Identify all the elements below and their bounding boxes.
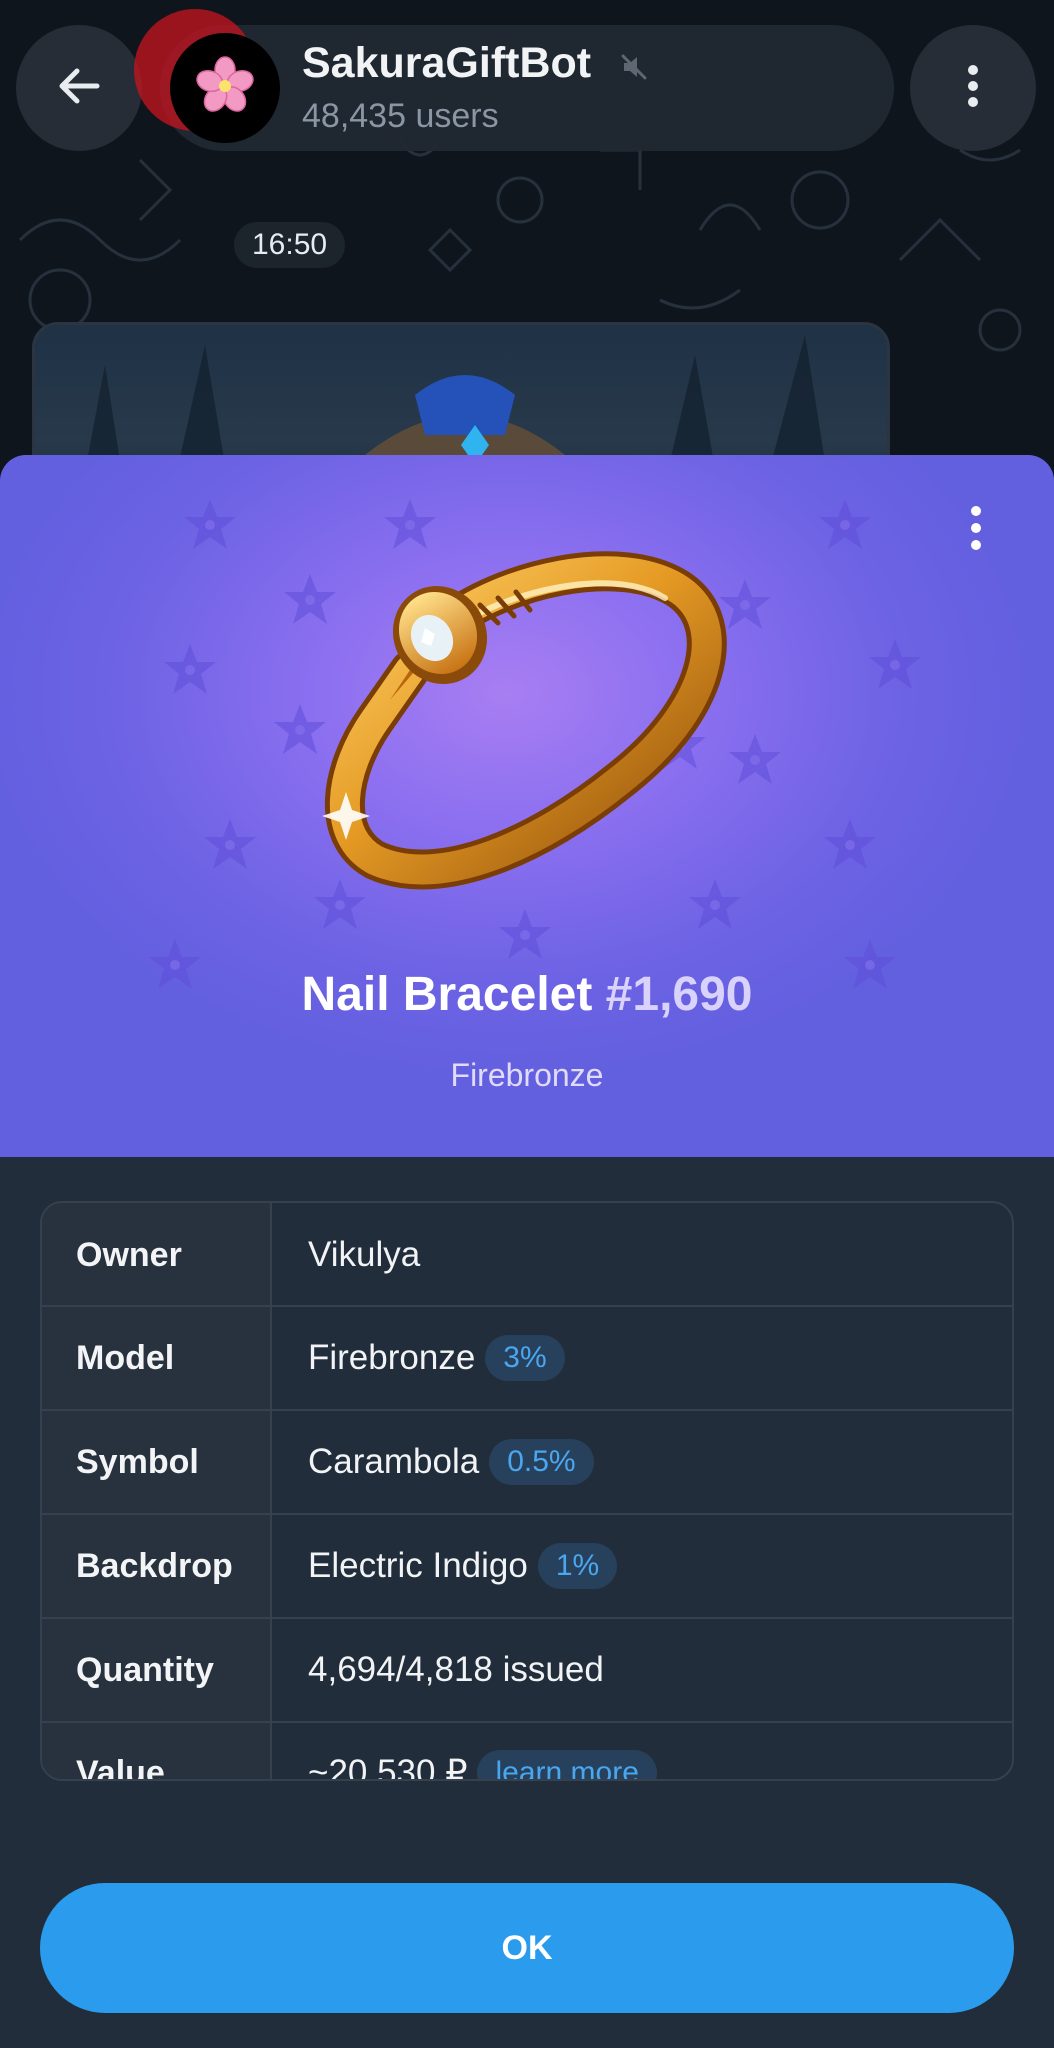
user-count: 48,435 users [302, 97, 499, 135]
ok-button[interactable]: OK [40, 1883, 1014, 2013]
row-value-cell: 4,694/4,818 issued [274, 1619, 1012, 1721]
arrow-left-icon [53, 60, 105, 117]
gift-details-sheet: Nail Bracelet #1,690 Firebronze Owner Vi… [0, 455, 1054, 2048]
row-value: Carambola [308, 1442, 480, 1481]
table-row-symbol: Symbol Carambola 0.5% [42, 1409, 1012, 1513]
row-label: Model [42, 1307, 272, 1409]
row-label: Owner [42, 1203, 272, 1307]
gift-hero: Nail Bracelet #1,690 Firebronze [0, 455, 1054, 1157]
row-label: Value [42, 1723, 272, 1779]
row-label: Backdrop [42, 1515, 272, 1617]
row-value: 4,694/4,818 issued [308, 1650, 604, 1689]
chat-menu-button[interactable] [910, 25, 1036, 151]
rarity-badge[interactable]: 3% [485, 1335, 565, 1381]
more-vertical-icon [963, 60, 983, 117]
rarity-badge[interactable]: 1% [537, 1543, 618, 1589]
gift-info-table: Owner Vikulya Model Firebronze 3% Symbol… [40, 1201, 1014, 1781]
row-value: Firebronze [308, 1338, 476, 1377]
date-time-pill: 16:50 [234, 222, 346, 268]
gift-title: Nail Bracelet #1,690 [0, 967, 1054, 1022]
row-value-cell: Carambola 0.5% [274, 1411, 1012, 1513]
row-value-cell: Firebronze 3% [274, 1307, 1012, 1409]
table-row-quantity: Quantity 4,694/4,818 issued [42, 1617, 1012, 1721]
avatar[interactable] [170, 33, 280, 143]
row-value: ~20 530 ₽ [308, 1753, 468, 1781]
gift-menu-icon[interactable] [966, 503, 986, 558]
owner-link[interactable]: Vikulya [274, 1203, 1012, 1307]
row-value: Electric Indigo [308, 1546, 528, 1585]
table-row-value: Value ~20 530 ₽ learn more [42, 1721, 1012, 1781]
learn-more-link[interactable]: learn more [477, 1750, 657, 1779]
table-row-owner: Owner Vikulya [42, 1203, 1012, 1307]
gift-model-subtitle: Firebronze [450, 1057, 604, 1093]
chat-header: SakuraGiftBot 48,435 users [0, 0, 1054, 180]
table-row-model: Model Firebronze 3% [42, 1305, 1012, 1409]
nail-bracelet-icon [322, 551, 727, 890]
row-label: Quantity [42, 1619, 272, 1721]
gift-name: Nail Bracelet [301, 968, 593, 1021]
row-label: Symbol [42, 1411, 272, 1513]
gift-number: #1,690 [605, 968, 753, 1021]
back-button[interactable] [16, 25, 142, 151]
row-value[interactable]: Vikulya [308, 1235, 420, 1275]
gift-message-preview[interactable] [32, 322, 890, 470]
rarity-badge[interactable]: 0.5% [489, 1439, 594, 1485]
message-preview-image [85, 335, 827, 470]
bot-name: SakuraGiftBot [302, 39, 592, 87]
muted-speaker-icon [620, 53, 648, 86]
sakura-flower-icon [195, 55, 255, 121]
row-value-cell: ~20 530 ₽ learn more [274, 1723, 1012, 1781]
table-row-backdrop: Backdrop Electric Indigo 1% [42, 1513, 1012, 1617]
chat-title-bar[interactable]: SakuraGiftBot 48,435 users [160, 25, 894, 151]
row-value-cell: Electric Indigo 1% [274, 1515, 1012, 1617]
